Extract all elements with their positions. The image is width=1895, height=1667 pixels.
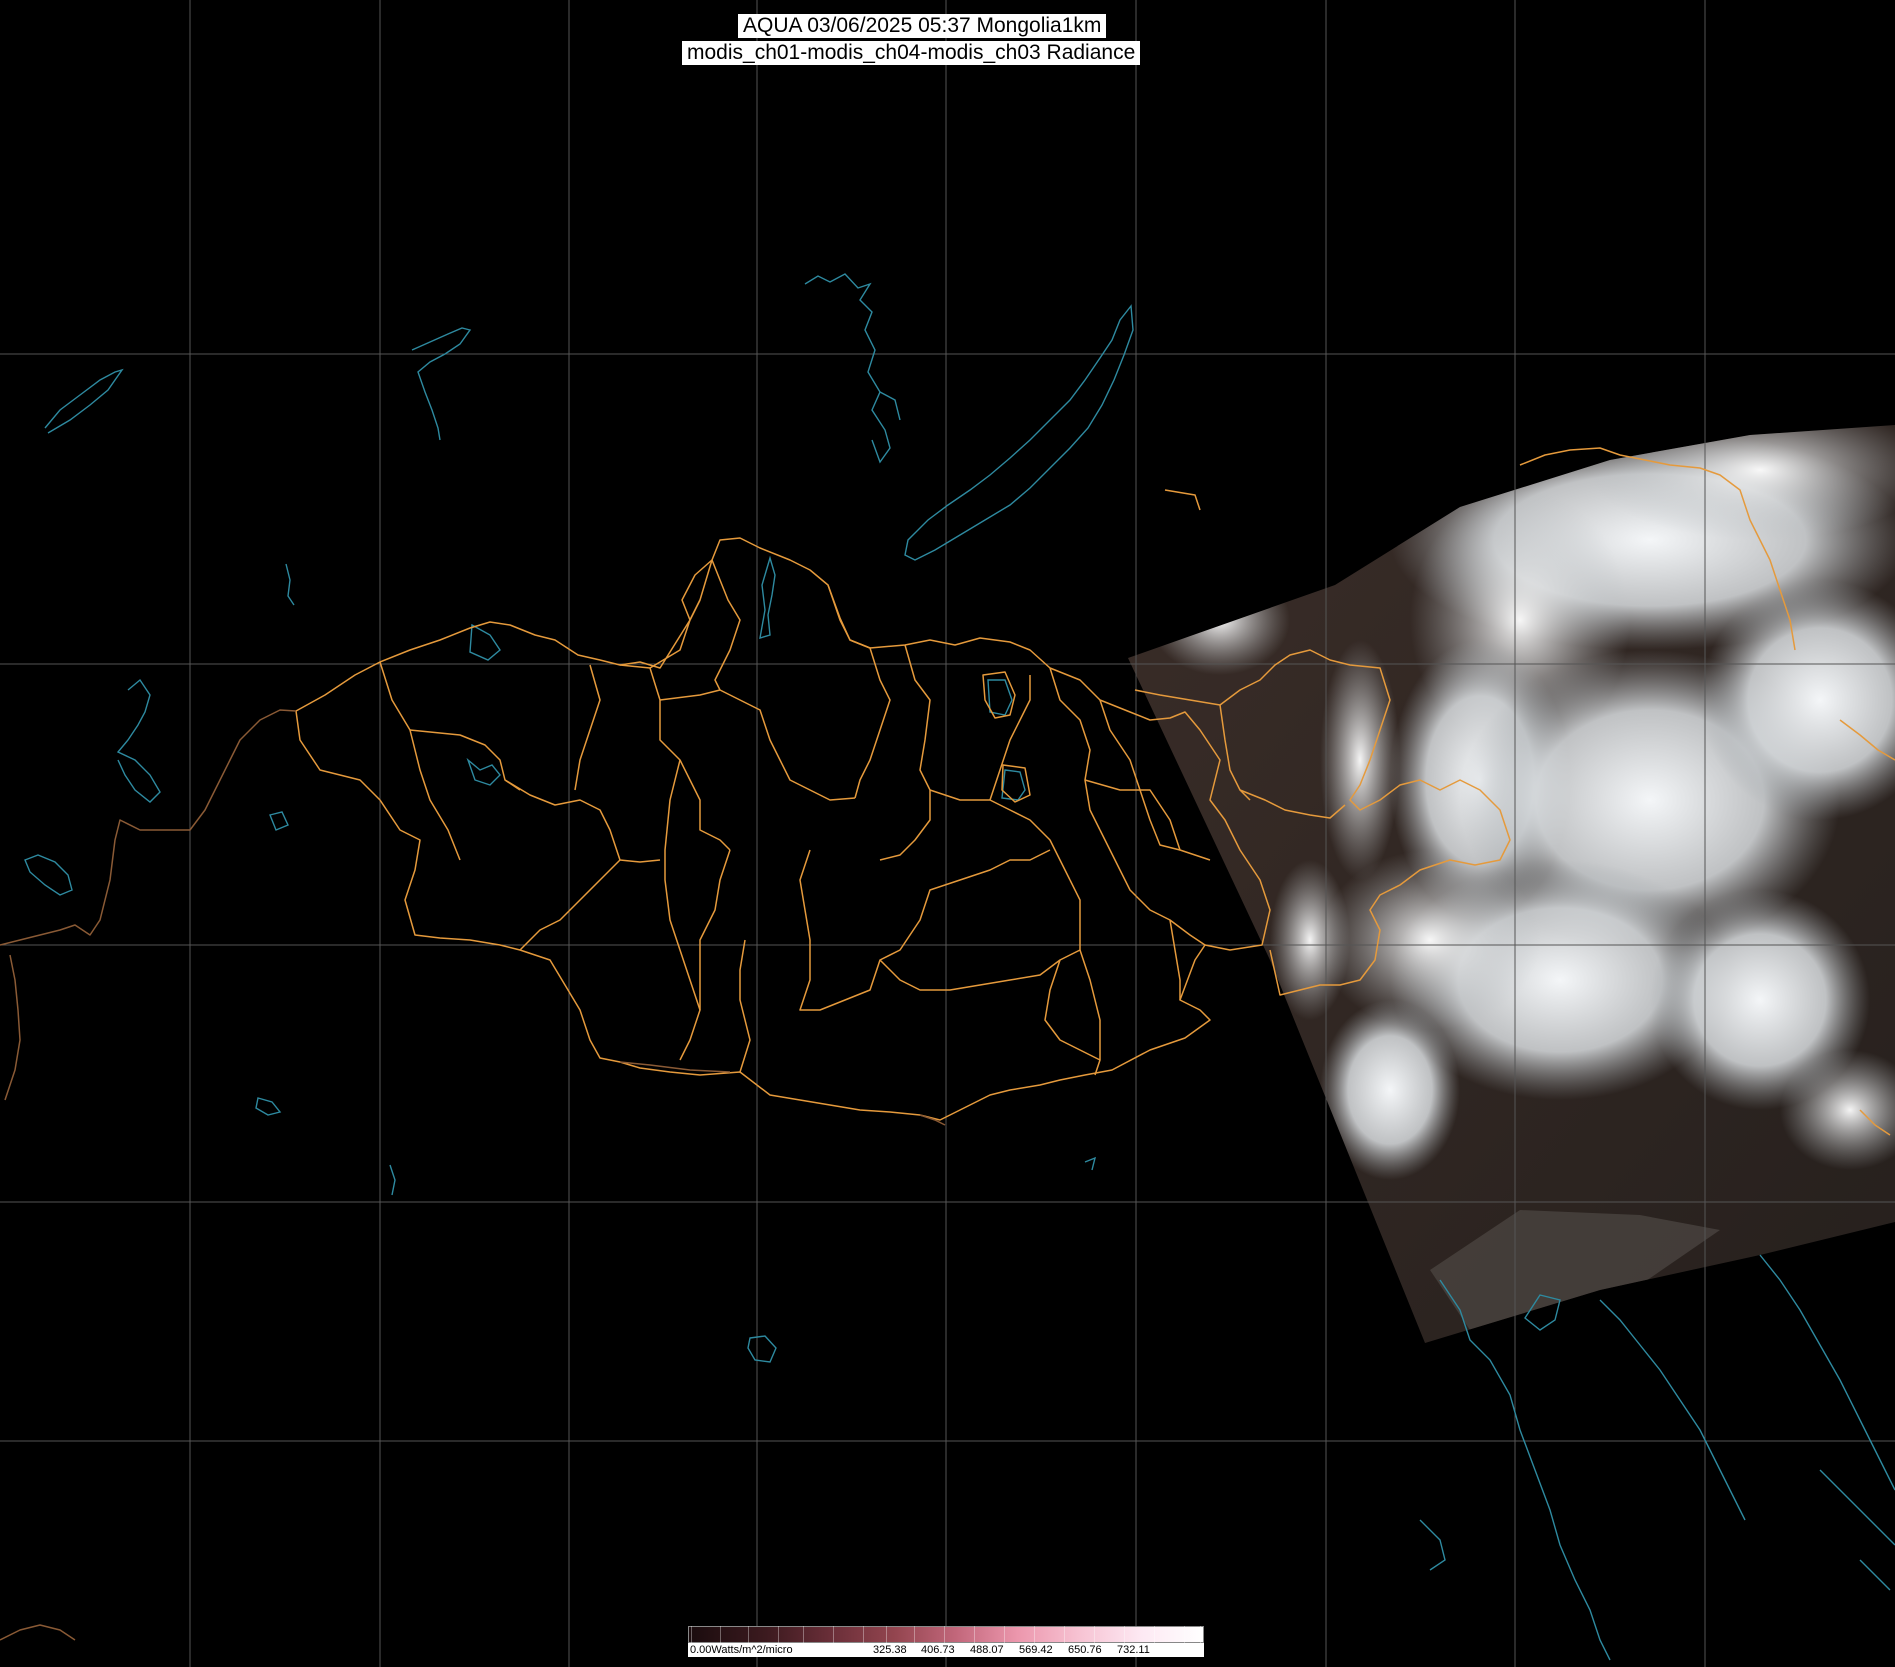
river-northwest (411, 327, 472, 441)
river-north (804, 273, 891, 464)
colorbar-tick-label: 650.76 (1068, 1644, 1102, 1656)
colorbar-tick-label: 406.73 (921, 1644, 955, 1656)
lake-baikal (904, 304, 1134, 561)
mongolia-outline (295, 537, 1271, 1121)
colorbar-tick-label: 488.07 (970, 1644, 1004, 1656)
title-line-2: modis_ch01-modis_ch04-modis_ch03 Radianc… (682, 41, 1141, 65)
colorbar-labels: 0.00Watts/m^2/micro 325.38 406.73 488.07… (688, 1643, 1204, 1657)
lake-khovsgol (759, 555, 776, 639)
colorbar-legend: 0.00Watts/m^2/micro 325.38 406.73 488.07… (688, 1626, 1204, 1657)
satellite-map (0, 0, 1895, 1667)
lake-uvs (469, 623, 501, 661)
colorbar-tick-label: 569.42 (1019, 1644, 1053, 1656)
colorbar-tick-label: 732.11 (1117, 1644, 1150, 1656)
colorbar-tick-label: 325.38 (873, 1644, 907, 1656)
title-line-1: AQUA 03/06/2025 05:37 Mongolia1km (738, 14, 1107, 38)
colorbar-ticks (688, 1626, 1204, 1643)
colorbar-unit-label: 0.00Watts/m^2/micro (690, 1644, 793, 1656)
